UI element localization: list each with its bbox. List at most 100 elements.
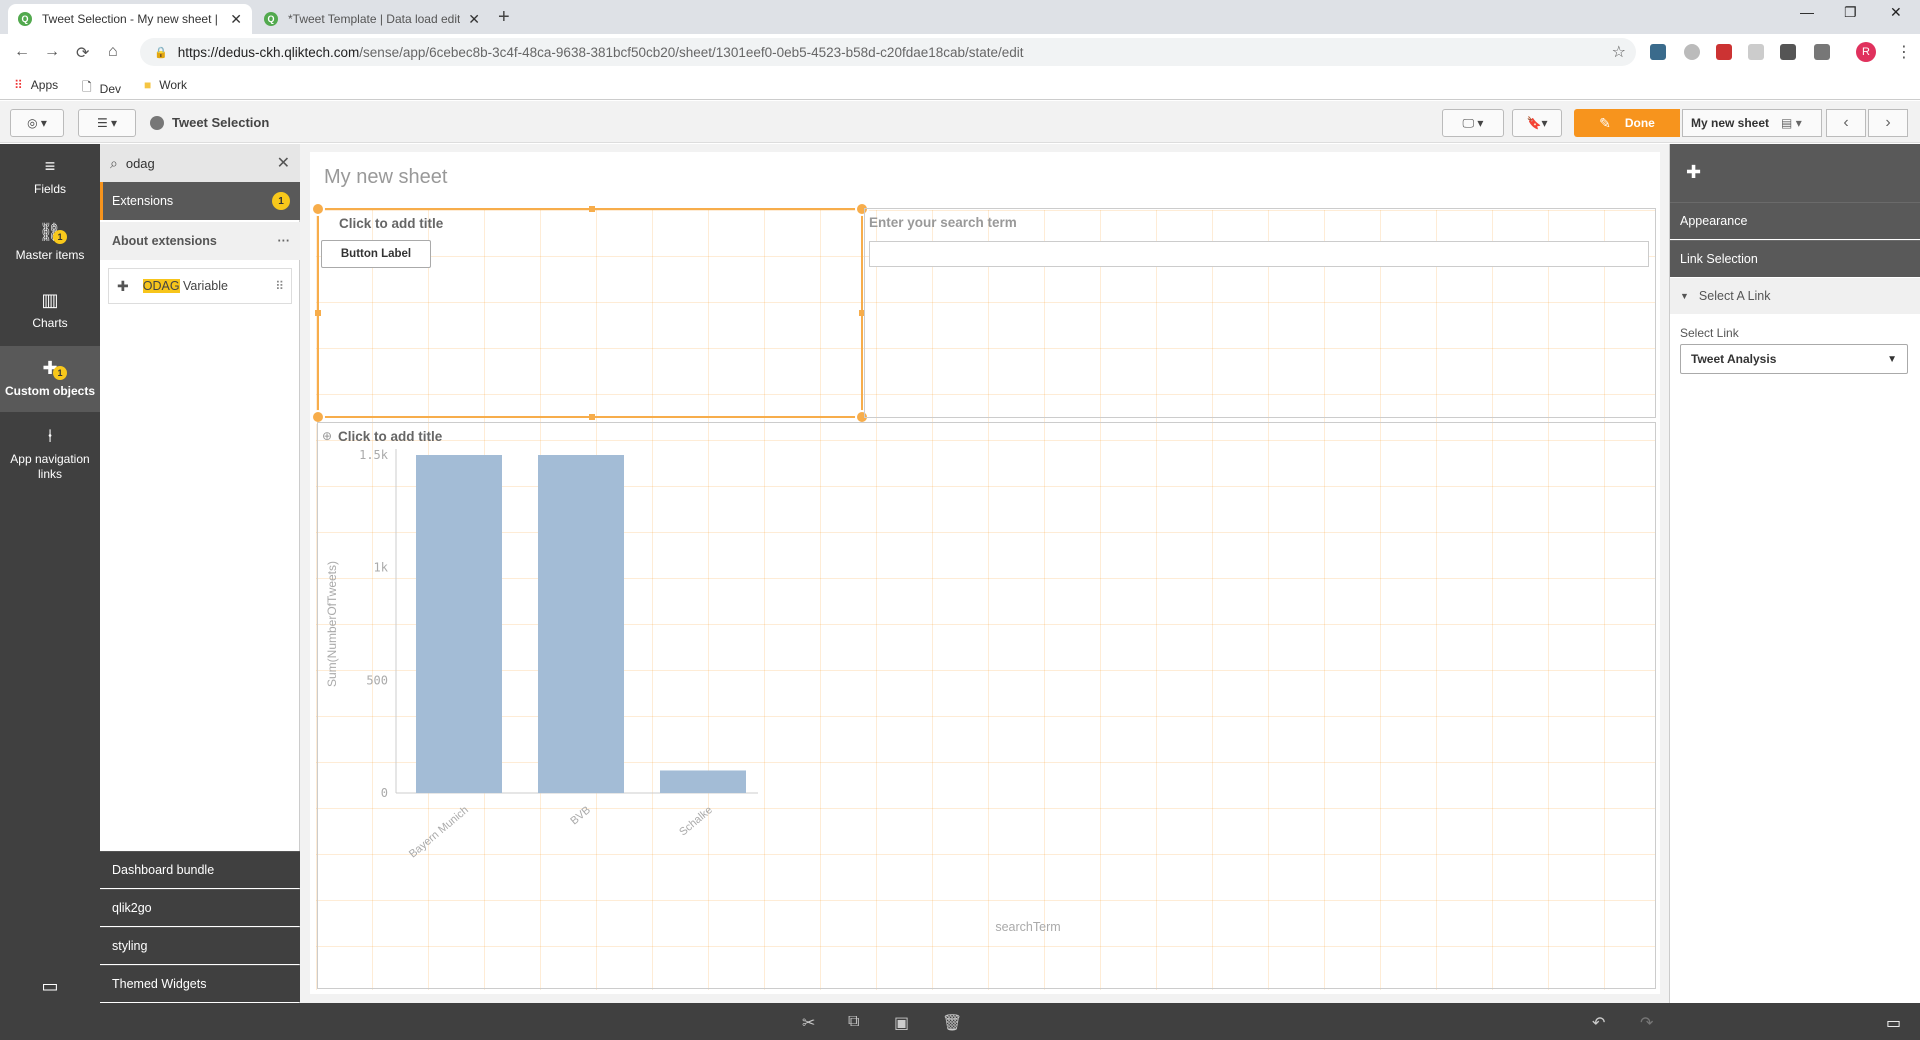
bundle-styling[interactable]: styling [100,927,300,964]
browser-tab-active[interactable]: Q Tweet Selection - My new sheet | ✕ [8,4,252,34]
search-input[interactable]: odag [126,156,155,171]
bundle-label: Themed Widgets [112,977,207,991]
qlik-favicon-icon: Q [264,12,278,26]
redo-icon[interactable]: ↷ [1640,1013,1653,1033]
select-link-dropdown[interactable]: Tweet Analysis ▼ [1680,344,1908,374]
button-object[interactable]: Click to add title Button Label [311,202,869,424]
back-icon[interactable]: ← [14,43,30,61]
toggle-properties-icon[interactable]: ▭ [1886,1013,1901,1033]
url-host: https://dedus-ckh.qliktech.com [177,44,360,60]
next-sheet-button[interactable]: › [1868,109,1908,137]
search-icon: ⌕ [110,154,118,171]
assets-search[interactable]: ⌕ odag ✕ [100,144,300,182]
qr-icon[interactable] [1780,44,1796,60]
paste-icon[interactable]: ▣ [894,1013,909,1033]
apps-grid-icon: ⠿ [14,78,23,92]
browser-tab-bar: Q Tweet Selection - My new sheet | ✕ Q *… [0,0,1920,34]
rail-item-custom-objects[interactable]: ✚ 1 Custom objects [0,346,100,412]
done-button[interactable]: ✎ Done [1574,109,1680,137]
profile-avatar[interactable]: R [1856,42,1876,62]
about-extensions-label: About extensions [112,234,217,248]
assets-panel: ⌕ odag ✕ Extensions 1 About extensions ·… [100,144,300,1003]
url-field[interactable]: 🔒 https://dedus-ckh.qliktech.com/sense/a… [140,38,1636,66]
bookmark-apps[interactable]: ⠿ Apps [14,78,58,92]
shield-icon[interactable] [1748,44,1764,60]
story-button[interactable]: 🖵 ▾ [1442,109,1504,137]
window-close-icon[interactable]: ✕ [1890,4,1902,21]
extension-icon[interactable] [1684,44,1700,60]
bookmark-icon: 🔖▾ [1526,116,1548,130]
rail-item-charts[interactable]: ▥ Charts [0,278,100,344]
about-extensions-header[interactable]: About extensions ··· [100,222,300,260]
sheet-title[interactable]: My new sheet [324,166,447,189]
close-tab-icon[interactable]: ✕ [468,11,480,28]
y-tick-label: 1.5k [359,448,389,462]
global-menu-button[interactable]: ☰ ▾ [78,109,136,137]
search-term-input[interactable] [869,241,1649,267]
forward-icon[interactable]: → [44,43,60,61]
app-title: Tweet Selection [150,115,269,130]
undo-icon[interactable]: ↶ [1592,1013,1605,1033]
copy-icon[interactable]: ⧉ [848,1013,859,1031]
previous-sheet-button[interactable]: ‹ [1826,109,1866,137]
bar-chart: 0 500 1k 1.5k Sum(NumberOfTweets) Bayern Muni… [325,448,1061,934]
bundle-themed-widgets[interactable]: Themed Widgets [100,965,300,1002]
resize-handle[interactable] [311,202,325,216]
extensions-count-badge: 1 [272,192,290,210]
extension-icon[interactable] [1650,44,1666,60]
reload-icon[interactable]: ⟳ [76,43,89,63]
button-label[interactable]: Button Label [321,240,431,268]
minimize-icon[interactable]: — [1800,4,1814,20]
rail-label: Master items [15,248,85,262]
pencil-icon: ✎ [1599,114,1611,131]
y-tick-label: 0 [381,786,388,800]
browser-tab[interactable]: Q *Tweet Template | Data load edit ✕ [254,4,490,34]
bookmark-dev[interactable]: 🗋 Dev [82,78,121,99]
qlik-favicon-icon: Q [18,12,32,26]
object-title[interactable]: Click to add title [339,216,443,231]
sheet-selector-label: My new sheet [1691,116,1770,130]
drag-handle-icon[interactable]: ⠿ [275,279,284,293]
bundle-dashboard-bundle[interactable]: Dashboard bundle [100,851,300,888]
appearance-section[interactable]: Appearance [1670,202,1920,239]
rail-bottom-toggle[interactable]: ▭ [0,968,100,1003]
resize-handle[interactable] [589,414,595,420]
bookmark-label: Apps [30,78,59,92]
navigation-menu-button[interactable]: ◎ ▾ [10,109,64,137]
y-axis-label: Sum(NumberOfTweets) [325,561,339,687]
search-term-object[interactable]: Enter your search term [864,208,1656,418]
page-icon: 🗋 [82,80,92,94]
select-a-link-subsection[interactable]: ▼ Select A Link [1670,278,1920,314]
rail-item-app-navigation-links[interactable]: ⍿ App navigation links [0,414,100,494]
resize-handle[interactable] [589,206,595,212]
home-icon[interactable]: ⌂ [108,43,118,61]
flag-icon[interactable] [1716,44,1732,60]
sheet: My new sheet Click to add title Button L… [310,152,1660,994]
more-icon[interactable]: ··· [278,234,291,248]
extension-icon[interactable] [1814,44,1830,60]
extensions-label: Extensions [112,194,174,208]
bar-chart-object[interactable]: Click to add title ⊕ 0 500 1k 1.5k Sum(Numbe… [317,422,1656,989]
extensions-section-header[interactable]: Extensions 1 [100,182,300,220]
rail-item-fields[interactable]: ≡ Fields [0,144,100,210]
clear-search-icon[interactable]: ✕ [277,153,290,173]
bookmark-work[interactable]: ■ Work [144,78,187,92]
tab-title: Tweet Selection - My new sheet | [42,12,218,26]
new-tab-icon[interactable]: + [498,6,510,29]
delete-icon[interactable]: 🗑 [942,1013,962,1033]
close-tab-icon[interactable]: ✕ [230,11,242,28]
bundle-qlik2go[interactable]: qlik2go [100,889,300,926]
y-tick-label: 500 [366,673,388,687]
restore-icon[interactable]: ❐ [1844,4,1857,21]
tab-title: *Tweet Template | Data load edit [288,12,461,26]
browser-menu-icon[interactable]: ⋮ [1896,42,1912,62]
rail-item-master-items[interactable]: ⛓ 1 Master items [0,210,100,276]
bookmark-star-icon[interactable]: ☆ [1612,42,1626,62]
resize-handle[interactable] [315,310,321,316]
link-selection-section[interactable]: Link Selection [1670,240,1920,277]
sheet-selector[interactable]: My new sheet ▤ ▾ [1682,109,1822,137]
cut-icon[interactable]: ✂ [802,1013,815,1033]
bookmark-label: Work [159,78,188,92]
extension-item-odag-variable[interactable]: ✚ ODAG Variable ⠿ [108,268,292,304]
bookmarks-button[interactable]: 🔖▾ [1512,109,1562,137]
